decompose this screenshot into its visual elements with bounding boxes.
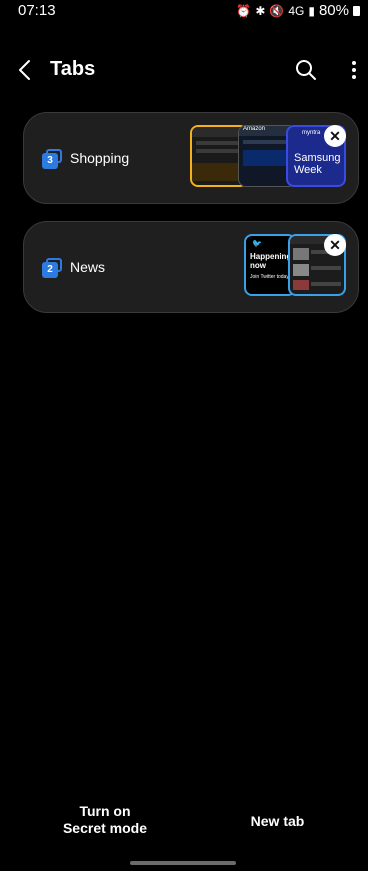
network-type-label: 4G [288,3,305,18]
close-group-icon[interactable]: ✕ [324,125,346,147]
tab-group-icon: 3 [42,149,62,169]
tab-group-news[interactable]: 2 News 🐦 Happening now Join Twitter toda… [23,221,359,313]
battery-icon [353,5,360,16]
secret-mode-label: Turn on Secret mode [62,803,148,836]
bottom-bar: Turn on Secret mode New tab [0,791,368,871]
alarm-icon: ⏰ [236,3,252,18]
mute-icon: 🔇 [269,3,285,18]
tab-count: 2 [42,262,58,278]
status-time: 07:13 [18,2,56,19]
tab-count: 3 [42,153,58,169]
more-options-icon[interactable] [348,58,360,82]
new-tab-button[interactable]: New tab [230,813,325,829]
bluetooth-icon: ✱ [255,3,266,18]
tab-previews: 🐦 Happening now Join Twitter today ✕ [190,234,346,298]
tab-group-label: Shopping [70,150,130,166]
close-group-icon[interactable]: ✕ [324,234,346,256]
tab-group-shopping[interactable]: 3 Shopping Amazon myntra Samsung Week ✕ [23,112,359,204]
status-bar: 07:13 ⏰ ✱ 🔇 4G ▮ 80% [0,0,368,24]
tab-group-label: News [70,259,106,275]
twitter-bird-icon: 🐦 [252,239,262,248]
tab-group-icon: 2 [42,258,62,278]
search-icon[interactable] [294,58,318,82]
battery-percent: 80% [318,2,349,19]
tab-previews: Amazon myntra Samsung Week ✕ [190,125,346,189]
app-bar: Tabs [0,50,368,90]
back-icon[interactable] [14,56,38,84]
status-icons: ⏰ ✱ 🔇 4G ▮ 80% [236,2,360,19]
preview-headline: Happening now [250,252,292,270]
home-indicator[interactable] [130,861,236,865]
preview-headline: Samsung Week [294,152,341,176]
secret-mode-button[interactable]: Turn on Secret mode [45,803,165,837]
preview-subtitle: Join Twitter today [250,274,289,280]
page-title: Tabs [50,58,96,80]
signal-icon: ▮ [308,3,315,18]
